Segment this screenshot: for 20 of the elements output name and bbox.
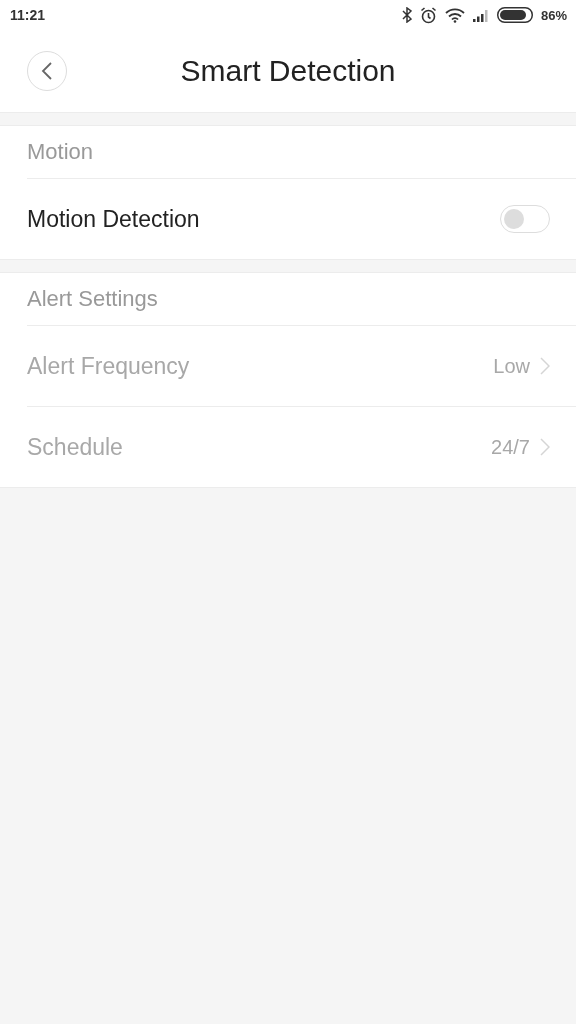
signal-icon [472,8,489,22]
setting-label: Schedule [27,433,123,461]
setting-value: 24/7 [491,435,530,459]
chevron-right-icon [540,357,550,375]
wifi-icon [444,7,465,23]
battery-percent: 86% [540,7,567,23]
setting-label: Alert Frequency [27,352,190,380]
toggle-switch[interactable] [500,205,550,233]
alarm-icon [419,6,437,24]
section-header: Motion [27,126,576,179]
status-time: 11:21 [10,7,46,23]
battery-icon [496,7,533,23]
section-header: Alert Settings [27,273,576,326]
page-title: Smart Detection [179,54,397,88]
setting-value: Low [493,354,530,378]
back-button[interactable] [27,51,67,91]
chevron-right-icon [540,438,550,456]
chevron-left-icon [41,61,53,81]
bluetooth-icon [401,7,412,23]
setting-label: Motion Detection [27,205,200,233]
